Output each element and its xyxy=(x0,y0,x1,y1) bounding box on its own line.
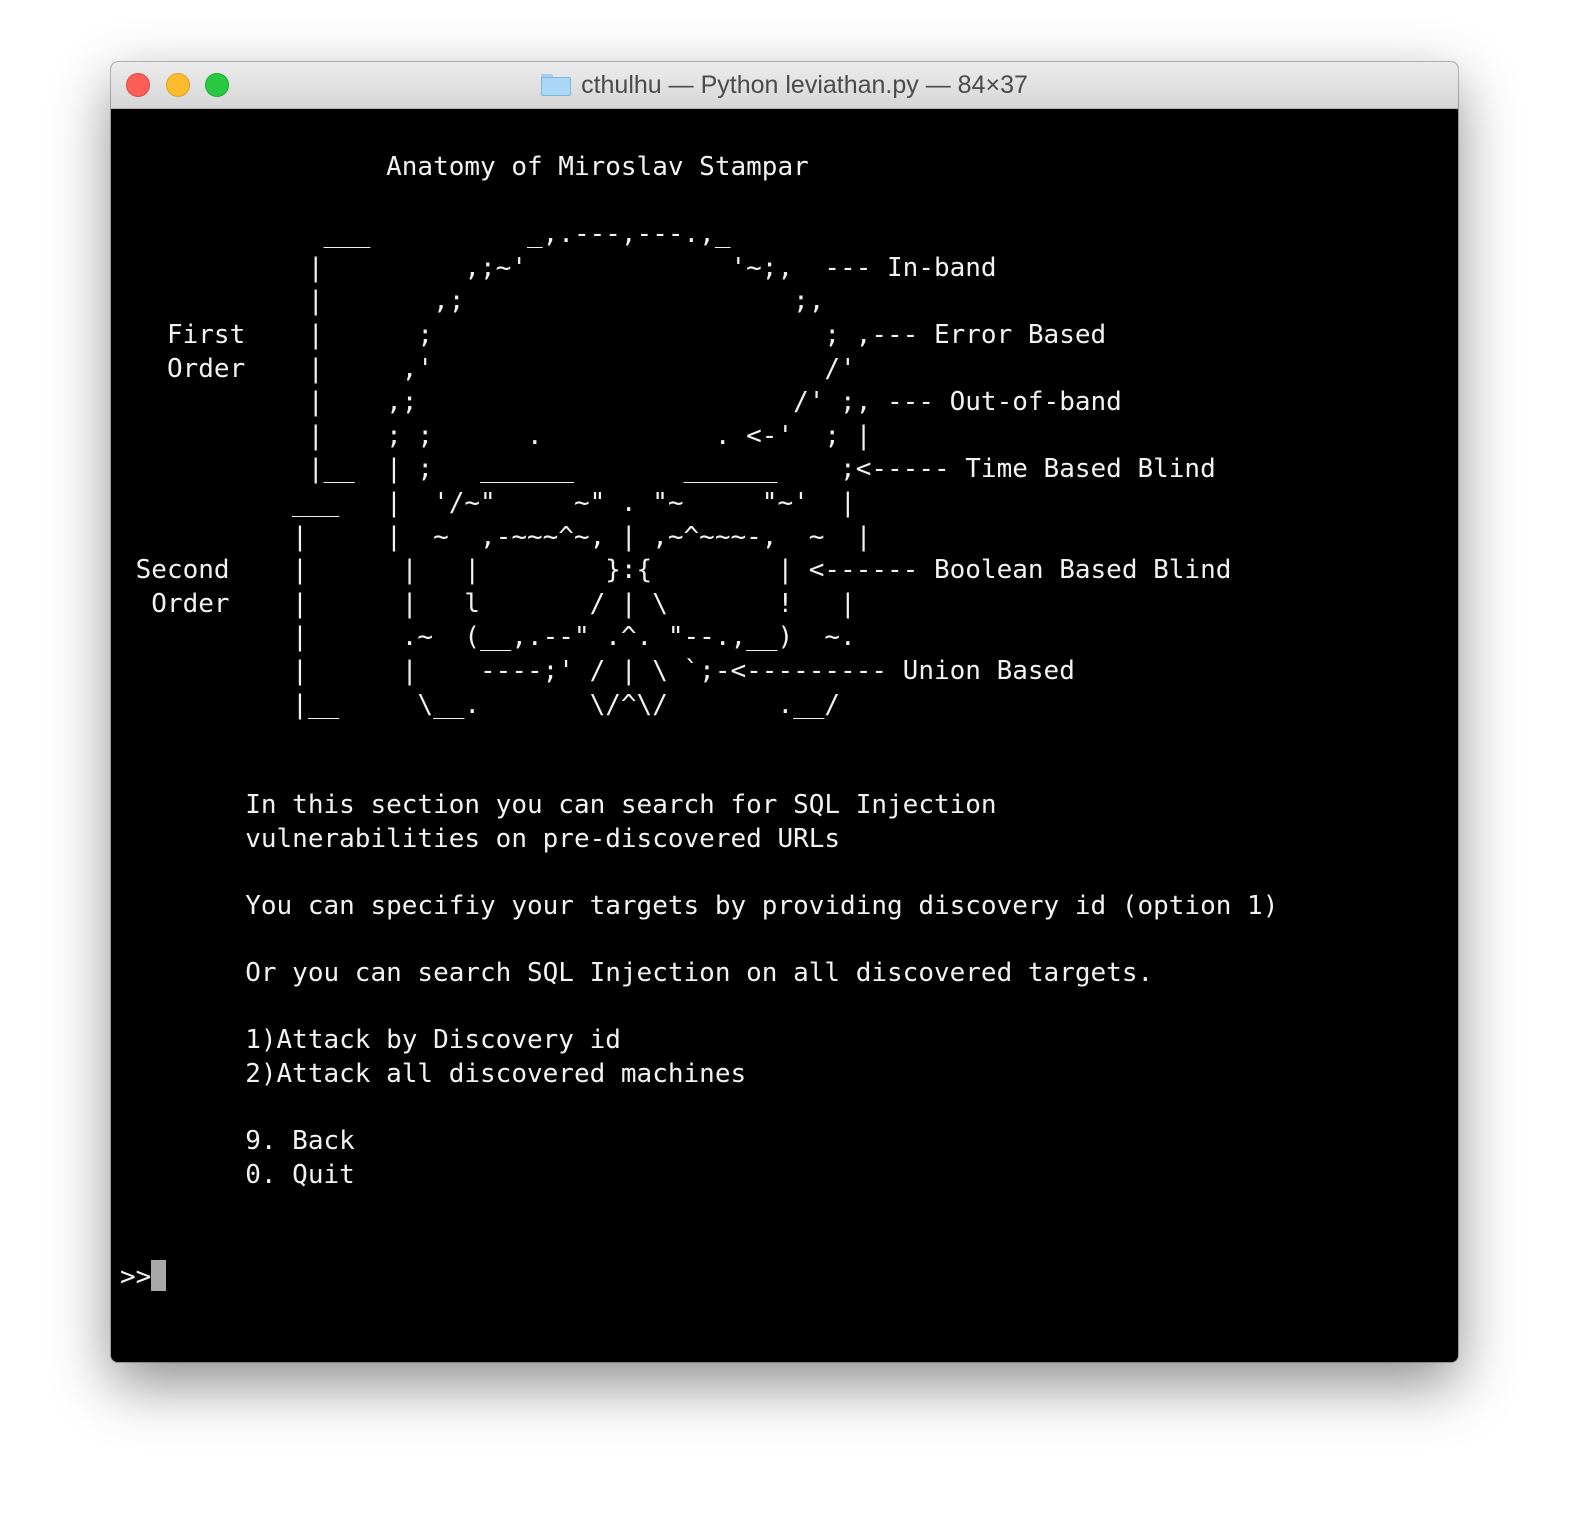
window-title: cthulhu — Python leviathan.py — 84×37 xyxy=(581,70,1028,99)
terminal-window: cthulhu — Python leviathan.py — 84×37 An… xyxy=(111,62,1458,1362)
window-title-group: cthulhu — Python leviathan.py — 84×37 xyxy=(111,62,1458,108)
terminal-prompt: >> xyxy=(120,1261,152,1292)
terminal-text: Anatomy of Miroslav Stampar ___ _,.---,-… xyxy=(135,152,1279,1190)
terminal-output: Anatomy of Miroslav Stampar ___ _,.---,-… xyxy=(120,151,1278,1294)
terminal-area[interactable]: Anatomy of Miroslav Stampar ___ _,.---,-… xyxy=(111,109,1458,1362)
folder-icon xyxy=(541,74,572,96)
title-bar[interactable]: cthulhu — Python leviathan.py — 84×37 xyxy=(111,62,1458,109)
text-cursor[interactable] xyxy=(151,1259,167,1291)
